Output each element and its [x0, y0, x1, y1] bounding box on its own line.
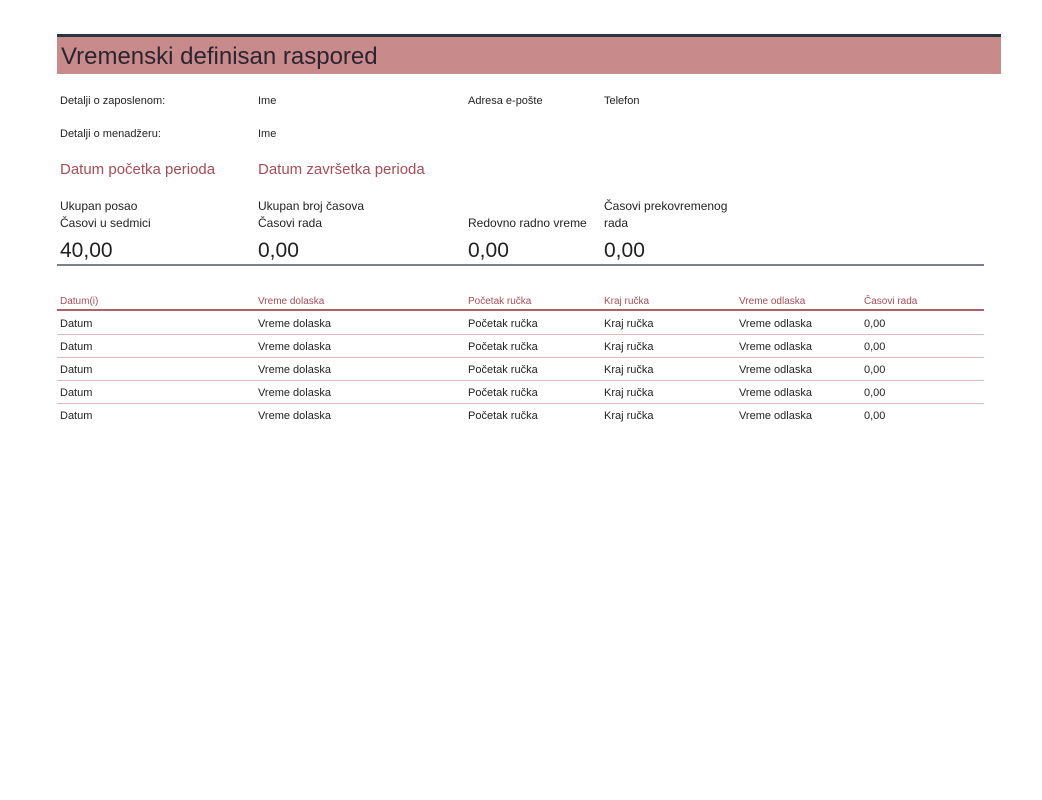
cell-arrival[interactable]: Vreme dolaska [258, 318, 331, 330]
table-row: Datum Vreme dolaska Početak ručka Kraj r… [57, 335, 984, 358]
cell-date[interactable]: Datum [60, 387, 92, 399]
summary-overtime-label: Časovi prekovremenog rada [604, 198, 727, 232]
cell-lunch-start[interactable]: Početak ručka [468, 318, 538, 330]
page-title: Vremenski definisan raspored [61, 43, 378, 70]
summary-regular-value: 0,00 [468, 239, 509, 262]
cell-arrival[interactable]: Vreme dolaska [258, 410, 331, 422]
cell-date[interactable]: Datum [60, 341, 92, 353]
summary-weekly-value[interactable]: 40,00 [60, 239, 113, 263]
cell-departure[interactable]: Vreme odlaska [739, 410, 812, 422]
table-header-date[interactable]: Datum(i) [60, 296, 98, 307]
summary-total-label-line1: Ukupan broj časova [258, 199, 365, 213]
cell-lunch-end[interactable]: Kraj ručka [604, 341, 654, 353]
cell-hours: 0,00 [864, 387, 886, 399]
summary-weekly-label-line1: Ukupan posao [60, 199, 138, 213]
summary-regular-label-line2: Redovno radno vreme [468, 216, 587, 230]
cell-hours: 0,00 [864, 410, 886, 422]
table-header-divider [57, 309, 984, 311]
summary-divider [57, 264, 984, 266]
cell-arrival[interactable]: Vreme dolaska [258, 341, 331, 353]
cell-arrival[interactable]: Vreme dolaska [258, 364, 331, 376]
summary-total-value: 0,00 [258, 239, 299, 262]
cell-lunch-end[interactable]: Kraj ručka [604, 318, 654, 330]
title-bar: Vremenski definisan raspored [57, 34, 1001, 74]
table-row: Datum Vreme dolaska Početak ručka Kraj r… [57, 358, 984, 381]
cell-departure[interactable]: Vreme odlaska [739, 387, 812, 399]
cell-hours: 0,00 [864, 341, 886, 353]
cell-lunch-start[interactable]: Početak ručka [468, 387, 538, 399]
cell-departure[interactable]: Vreme odlaska [739, 341, 812, 353]
cell-lunch-start[interactable]: Početak ručka [468, 364, 538, 376]
cell-hours: 0,00 [864, 364, 886, 376]
summary-overtime-label-line2: rada [604, 216, 629, 230]
table-header-arrival[interactable]: Vreme dolaska [258, 296, 324, 307]
summary-regular-label-line1 [468, 198, 587, 215]
manager-details-label: Detalji o menadžeru: [60, 128, 161, 140]
cell-departure[interactable]: Vreme odlaska [739, 364, 812, 376]
summary-overtime-label-line1: Časovi prekovremenog [604, 199, 728, 213]
cell-lunch-end[interactable]: Kraj ručka [604, 410, 654, 422]
manager-name-field[interactable]: Ime [258, 128, 276, 140]
table-header-departure[interactable]: Vreme odlaska [739, 296, 805, 307]
summary-weekly-label-line2: Časovi u sedmici [60, 216, 151, 230]
summary-regular-label: Redovno radno vreme [468, 198, 587, 232]
cell-date[interactable]: Datum [60, 364, 92, 376]
period-end-field[interactable]: Datum završetka perioda [258, 161, 425, 178]
cell-date[interactable]: Datum [60, 318, 92, 330]
cell-date[interactable]: Datum [60, 410, 92, 422]
table-row: Datum Vreme dolaska Početak ručka Kraj r… [57, 381, 984, 404]
summary-total-label-line2: Časovi rada [258, 216, 323, 230]
summary-total-label: Ukupan broj časova Časovi rada [258, 198, 364, 232]
table-header-hours[interactable]: Časovi rada [864, 296, 917, 307]
cell-arrival[interactable]: Vreme dolaska [258, 387, 331, 399]
period-start-field[interactable]: Datum početka perioda [60, 161, 215, 178]
table-header-lunch-start[interactable]: Početak ručka [468, 296, 531, 307]
table-row: Datum Vreme dolaska Početak ručka Kraj r… [57, 404, 984, 427]
summary-overtime-value: 0,00 [604, 239, 645, 262]
table-row: Datum Vreme dolaska Početak ručka Kraj r… [57, 312, 984, 335]
employee-name-field[interactable]: Ime [258, 95, 276, 107]
cell-lunch-start[interactable]: Početak ručka [468, 341, 538, 353]
employee-details-label: Detalji o zaposlenom: [60, 95, 166, 107]
cell-lunch-start[interactable]: Početak ručka [468, 410, 538, 422]
summary-weekly-label: Ukupan posao Časovi u sedmici [60, 198, 151, 232]
employee-email-field[interactable]: Adresa e-pošte [468, 95, 543, 107]
table-header-lunch-end[interactable]: Kraj ručka [604, 296, 649, 307]
employee-phone-field[interactable]: Telefon [604, 95, 639, 107]
cell-hours: 0,00 [864, 318, 886, 330]
cell-departure[interactable]: Vreme odlaska [739, 318, 812, 330]
cell-lunch-end[interactable]: Kraj ručka [604, 364, 654, 376]
cell-lunch-end[interactable]: Kraj ručka [604, 387, 654, 399]
